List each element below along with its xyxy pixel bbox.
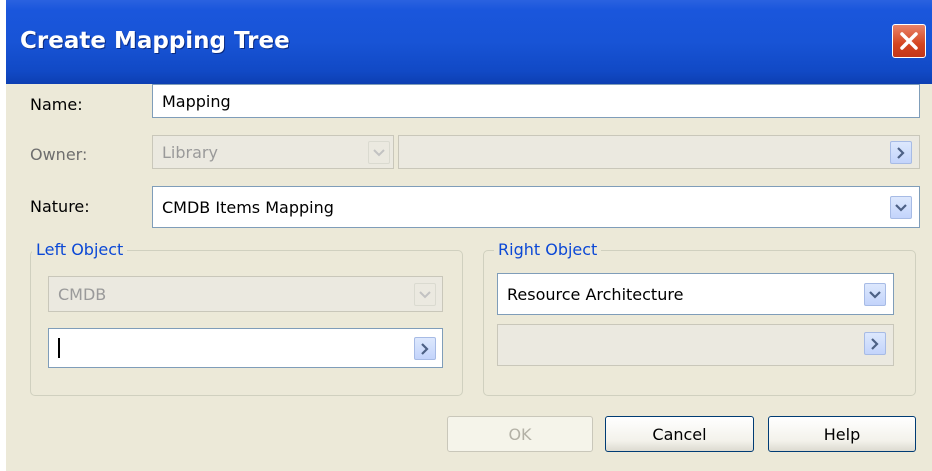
right-object-type-dropdown-button[interactable] [864, 283, 886, 306]
cancel-button[interactable]: Cancel [605, 416, 754, 452]
nature-dropdown-button[interactable] [890, 196, 912, 219]
chevron-right-icon [421, 342, 429, 355]
right-object-type-value: Resource Architecture [507, 284, 684, 304]
name-input-value: Mapping [162, 91, 231, 111]
left-object-browse-button[interactable] [414, 337, 436, 360]
owner-dropdown-button [368, 141, 390, 164]
right-object-legend: Right Object [494, 240, 602, 259]
chevron-down-icon [869, 290, 881, 299]
chevron-down-icon [373, 148, 385, 156]
name-label: Name: [30, 95, 83, 114]
title-bar[interactable]: Create Mapping Tree [6, 0, 932, 84]
left-object-type-dropdown-button [414, 283, 436, 306]
owner-path-field [398, 135, 920, 169]
chevron-right-icon [897, 146, 905, 159]
chevron-down-icon [895, 203, 907, 212]
owner-select: Library [152, 135, 394, 169]
chevron-down-icon [419, 290, 431, 298]
right-object-type-select[interactable]: Resource Architecture [497, 273, 894, 315]
owner-browse-button[interactable] [890, 141, 912, 164]
left-object-type-value: CMDB [58, 284, 107, 304]
close-icon [900, 32, 918, 50]
name-input[interactable]: Mapping [152, 84, 920, 118]
create-mapping-tree-dialog: Create Mapping Tree Name: Mapping Owner:… [6, 0, 932, 471]
nature-label: Nature: [30, 197, 90, 216]
close-button[interactable] [892, 24, 926, 58]
owner-label: Owner: [30, 145, 88, 164]
left-object-input[interactable] [48, 328, 443, 368]
owner-select-value: Library [162, 142, 218, 162]
ok-button[interactable]: OK [447, 416, 593, 452]
text-caret [58, 338, 60, 358]
right-object-browse-button[interactable] [864, 332, 886, 355]
left-object-type-select: CMDB [48, 276, 443, 312]
dialog-title: Create Mapping Tree [20, 28, 290, 54]
help-button[interactable]: Help [768, 416, 916, 452]
left-object-group [30, 250, 463, 396]
left-object-legend: Left Object [32, 240, 128, 259]
right-object-group [483, 250, 916, 396]
nature-select-value: CMDB Items Mapping [162, 197, 334, 217]
chevron-right-icon [871, 337, 879, 350]
nature-select[interactable]: CMDB Items Mapping [152, 186, 920, 228]
right-object-field [497, 324, 894, 366]
